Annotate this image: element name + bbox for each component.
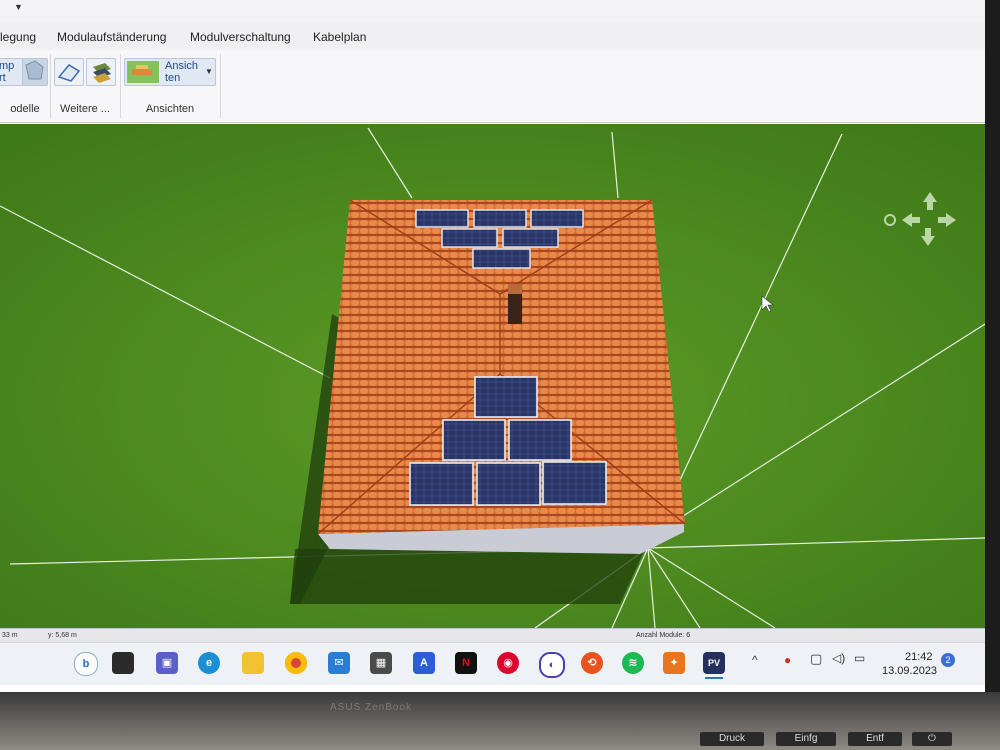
house-shadow-bottom bbox=[290, 549, 645, 604]
notification-badge[interactable]: 2 bbox=[941, 653, 955, 667]
ansichten-button-label: Ansich bbox=[165, 60, 199, 72]
roof-tool-button[interactable] bbox=[54, 58, 84, 86]
speaker-icon[interactable]: ◁) bbox=[832, 651, 845, 665]
tab-modulaufstaenderung[interactable]: Modulaufständerung bbox=[57, 30, 166, 44]
task-view-icon[interactable] bbox=[112, 652, 134, 674]
solar-panel[interactable] bbox=[415, 209, 469, 228]
vpn-icon[interactable]: ◐ bbox=[539, 652, 565, 678]
store-icon[interactable]: ▦ bbox=[370, 652, 392, 674]
key-einfg: Einfg bbox=[776, 732, 836, 746]
bing-icon[interactable]: b bbox=[74, 652, 98, 676]
ribbon-group-label-ansichten: Ansichten bbox=[145, 103, 195, 115]
teams-icon[interactable]: ▣ bbox=[156, 652, 178, 674]
key-druck: Druck bbox=[700, 732, 764, 746]
solar-panel[interactable] bbox=[441, 228, 498, 248]
solar-panel[interactable] bbox=[409, 462, 474, 506]
mail-icon[interactable]: ✉ bbox=[328, 652, 350, 674]
laptop-bezel: ASUS ZenBook Druck Einfg Entf ⏻ bbox=[0, 692, 1000, 750]
import-button-label-2: rt bbox=[0, 72, 6, 84]
solar-panel[interactable] bbox=[476, 462, 541, 506]
chevron-up-icon[interactable]: ^ bbox=[752, 653, 758, 667]
pdf-icon[interactable]: ⟲ bbox=[581, 652, 603, 674]
roof-tool-icon bbox=[57, 64, 81, 82]
active-app-indicator bbox=[705, 677, 723, 679]
ansichten-dropdown-button[interactable]: Ansich ten ▼ bbox=[124, 58, 216, 86]
ribbon-group-label-modelle: odelle bbox=[10, 103, 40, 115]
file-explorer-icon[interactable] bbox=[242, 652, 264, 674]
tab-belegung[interactable]: legung bbox=[0, 30, 36, 44]
chevron-down-icon: ▼ bbox=[205, 67, 213, 76]
ribbon-tabs: legung Modulaufständerung Modulverschalt… bbox=[0, 22, 985, 50]
panels-tool-button[interactable] bbox=[86, 58, 116, 86]
battery-icon[interactable]: ▭ bbox=[854, 651, 865, 665]
quick-access-dropdown-icon[interactable]: ▼ bbox=[14, 2, 23, 12]
tab-modulverschaltung[interactable]: Modulverschaltung bbox=[190, 30, 291, 44]
3d-viewport[interactable] bbox=[0, 124, 985, 628]
key-entf: Entf bbox=[848, 732, 902, 746]
ribbon: mp rt odelle Weitere ... Ansich ten ▼ An… bbox=[0, 50, 985, 123]
solar-panel[interactable] bbox=[442, 419, 506, 461]
status-coordinate: y: 5,68 m bbox=[48, 632, 77, 639]
model-3d-button[interactable] bbox=[22, 58, 48, 86]
app-a-icon[interactable]: A bbox=[413, 652, 435, 674]
taskbar: b ▣ e ✉ ▦ A N ◉ ◐ ⟲ ≋ ✦ PV ^ ● ▢ ◁) ▭ 21… bbox=[0, 642, 985, 685]
status-left: 33 m bbox=[2, 632, 18, 639]
edge-icon[interactable]: e bbox=[198, 652, 220, 674]
ribbon-group-modelle: mp rt odelle bbox=[0, 54, 51, 118]
title-bar: ▼ bbox=[0, 0, 985, 22]
chimney-top bbox=[508, 284, 522, 294]
ribbon-group-weitere: Weitere ... bbox=[50, 54, 121, 118]
solar-panel[interactable] bbox=[472, 248, 531, 269]
ribbon-group-ansichten: Ansich ten ▼ Ansichten bbox=[120, 54, 221, 118]
model-3d-icon bbox=[25, 60, 44, 80]
clock-date[interactable]: 13.09.2023 bbox=[882, 665, 937, 677]
clock-time[interactable]: 21:42 bbox=[905, 651, 933, 663]
import-button-label: mp bbox=[0, 60, 15, 72]
ansichten-button-label-2: ten bbox=[165, 72, 181, 84]
netflix-icon[interactable]: N bbox=[455, 652, 477, 674]
status-bar: 33 m y: 5,68 m Anzahl Module: 6 bbox=[0, 628, 985, 643]
screen: ▼ legung Modulaufständerung Modulverscha… bbox=[0, 0, 985, 692]
solar-panel[interactable] bbox=[474, 376, 538, 418]
solar-panel[interactable] bbox=[473, 209, 527, 228]
cloud-sync-icon[interactable]: ● bbox=[784, 653, 791, 667]
ribbon-group-label-weitere: Weitere ... bbox=[60, 103, 110, 115]
app-orange-icon[interactable]: ✦ bbox=[663, 652, 685, 674]
spotify-icon[interactable]: ≋ bbox=[622, 652, 644, 674]
status-module-count: Anzahl Module: 6 bbox=[636, 632, 691, 639]
pv-sol-icon[interactable]: PV bbox=[703, 652, 725, 674]
view-landscape-icon bbox=[127, 61, 159, 83]
laptop-brand-logo: ASUS ZenBook bbox=[330, 702, 413, 713]
solar-panel[interactable] bbox=[508, 419, 572, 461]
solar-panel[interactable] bbox=[502, 228, 559, 248]
panels-stack-icon bbox=[93, 63, 111, 83]
fc-bayern-icon[interactable]: ◉ bbox=[497, 652, 519, 674]
solar-panel[interactable] bbox=[542, 461, 607, 505]
solar-panel[interactable] bbox=[530, 209, 584, 228]
chrome-icon[interactable] bbox=[285, 652, 307, 674]
display-icon[interactable]: ▢ bbox=[810, 651, 822, 667]
power-key-icon: ⏻ bbox=[912, 732, 952, 746]
import-button[interactable]: mp rt bbox=[0, 58, 24, 86]
tab-kabelplan[interactable]: Kabelplan bbox=[313, 30, 366, 44]
